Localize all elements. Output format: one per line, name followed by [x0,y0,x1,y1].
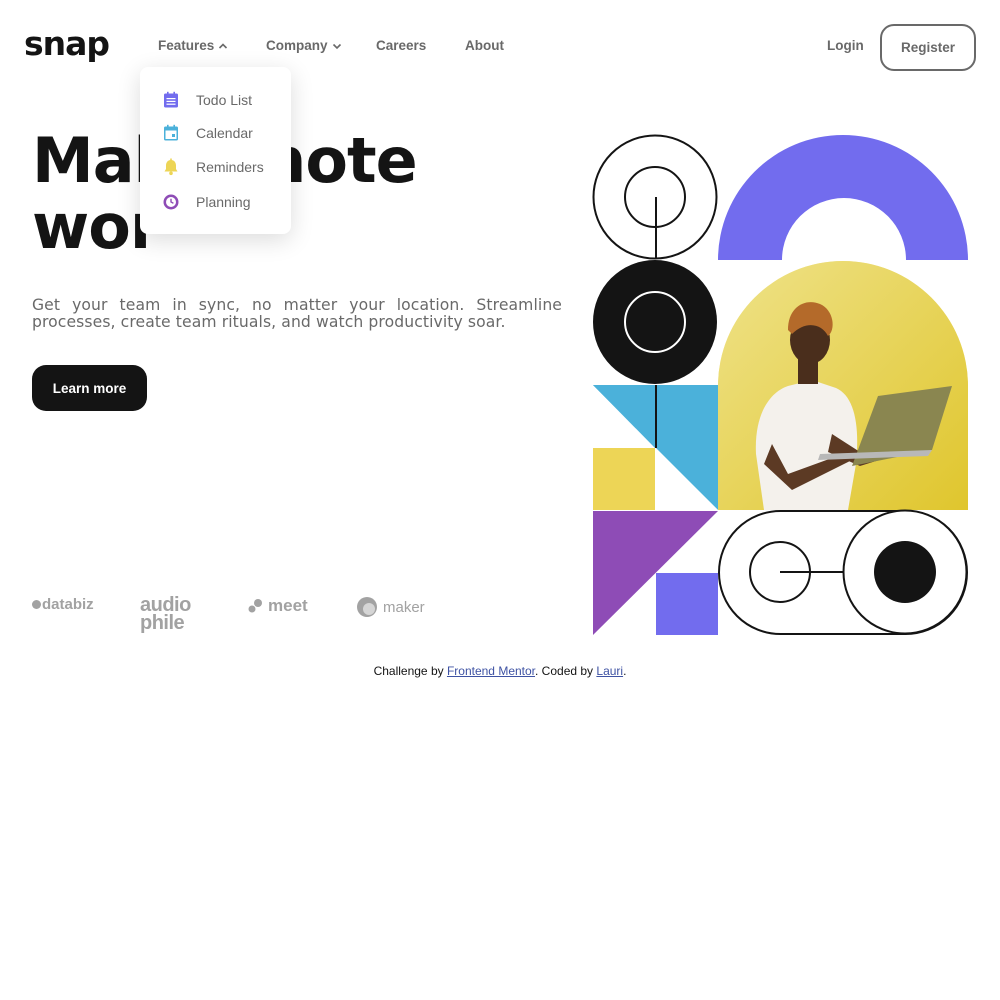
menu-item-planning[interactable]: Planning [162,192,251,212]
nav-about[interactable]: About [465,36,504,56]
meet-logo: meet [248,596,308,616]
todo-icon [164,91,178,108]
features-dropdown: Todo List Calendar Reminders Planning [140,67,291,234]
menu-item-label: Reminders [196,159,264,175]
nav-features[interactable]: Features [158,36,228,56]
black-circle-shape [593,260,717,384]
nav-features-label: Features [158,38,215,53]
learn-more-button[interactable]: Learn more [32,365,147,411]
menu-item-label: Todo List [196,92,253,108]
nav-company[interactable]: Company [266,36,342,56]
audiophile-logo: audio phile [140,594,220,634]
bell-icon [164,158,178,176]
person-photo [718,261,968,510]
purple-square-shape [656,573,718,635]
snap-logo[interactable]: snap [24,24,110,64]
client-name: databiz [42,596,94,613]
maker-logo: maker [356,596,425,618]
yellow-square-shape [593,448,655,510]
chevron-down-icon [332,43,341,50]
footer-suffix: . [623,664,627,678]
headline-part-1: Mal [32,124,155,197]
hero-headline: Mal mote wor [32,128,572,260]
login-link[interactable]: Login [827,36,864,56]
hero-illustration [592,134,968,635]
maker-circle-icon [357,597,377,617]
footer-prefix: Challenge by [373,664,447,678]
nav-company-label: Company [266,38,328,53]
hero-tagline: Get your team in sync, no matter your lo… [32,296,562,331]
databiz-logo: databiz [32,596,94,613]
ring-shape [592,134,718,260]
client-name: maker [383,598,425,616]
footer-middle: . Coded by [535,664,597,678]
menu-item-label: Planning [196,194,251,210]
client-name: audio phile [140,594,191,634]
author-link[interactable]: Lauri [596,664,623,678]
nav-about-label: About [465,38,504,53]
clock-icon [163,194,179,210]
menu-item-todo-list[interactable]: Todo List [162,90,252,110]
menu-item-calendar[interactable]: Calendar [162,123,253,143]
frontend-mentor-link[interactable]: Frontend Mentor [447,664,535,678]
nav-careers-label: Careers [376,38,427,53]
attribution-footer: Challenge by Frontend Mentor. Coded by L… [0,664,1000,678]
client-name: meet [268,596,308,615]
calendar-icon [164,124,178,141]
menu-item-reminders[interactable]: Reminders [162,157,264,177]
pill-shape [718,509,968,635]
menu-item-label: Calendar [196,125,253,141]
nav-careers[interactable]: Careers [376,36,426,56]
purple-arch-shape [718,135,968,260]
meet-dot-icon [248,599,262,613]
chevron-up-icon [219,43,228,49]
register-button[interactable]: Register [880,24,976,71]
